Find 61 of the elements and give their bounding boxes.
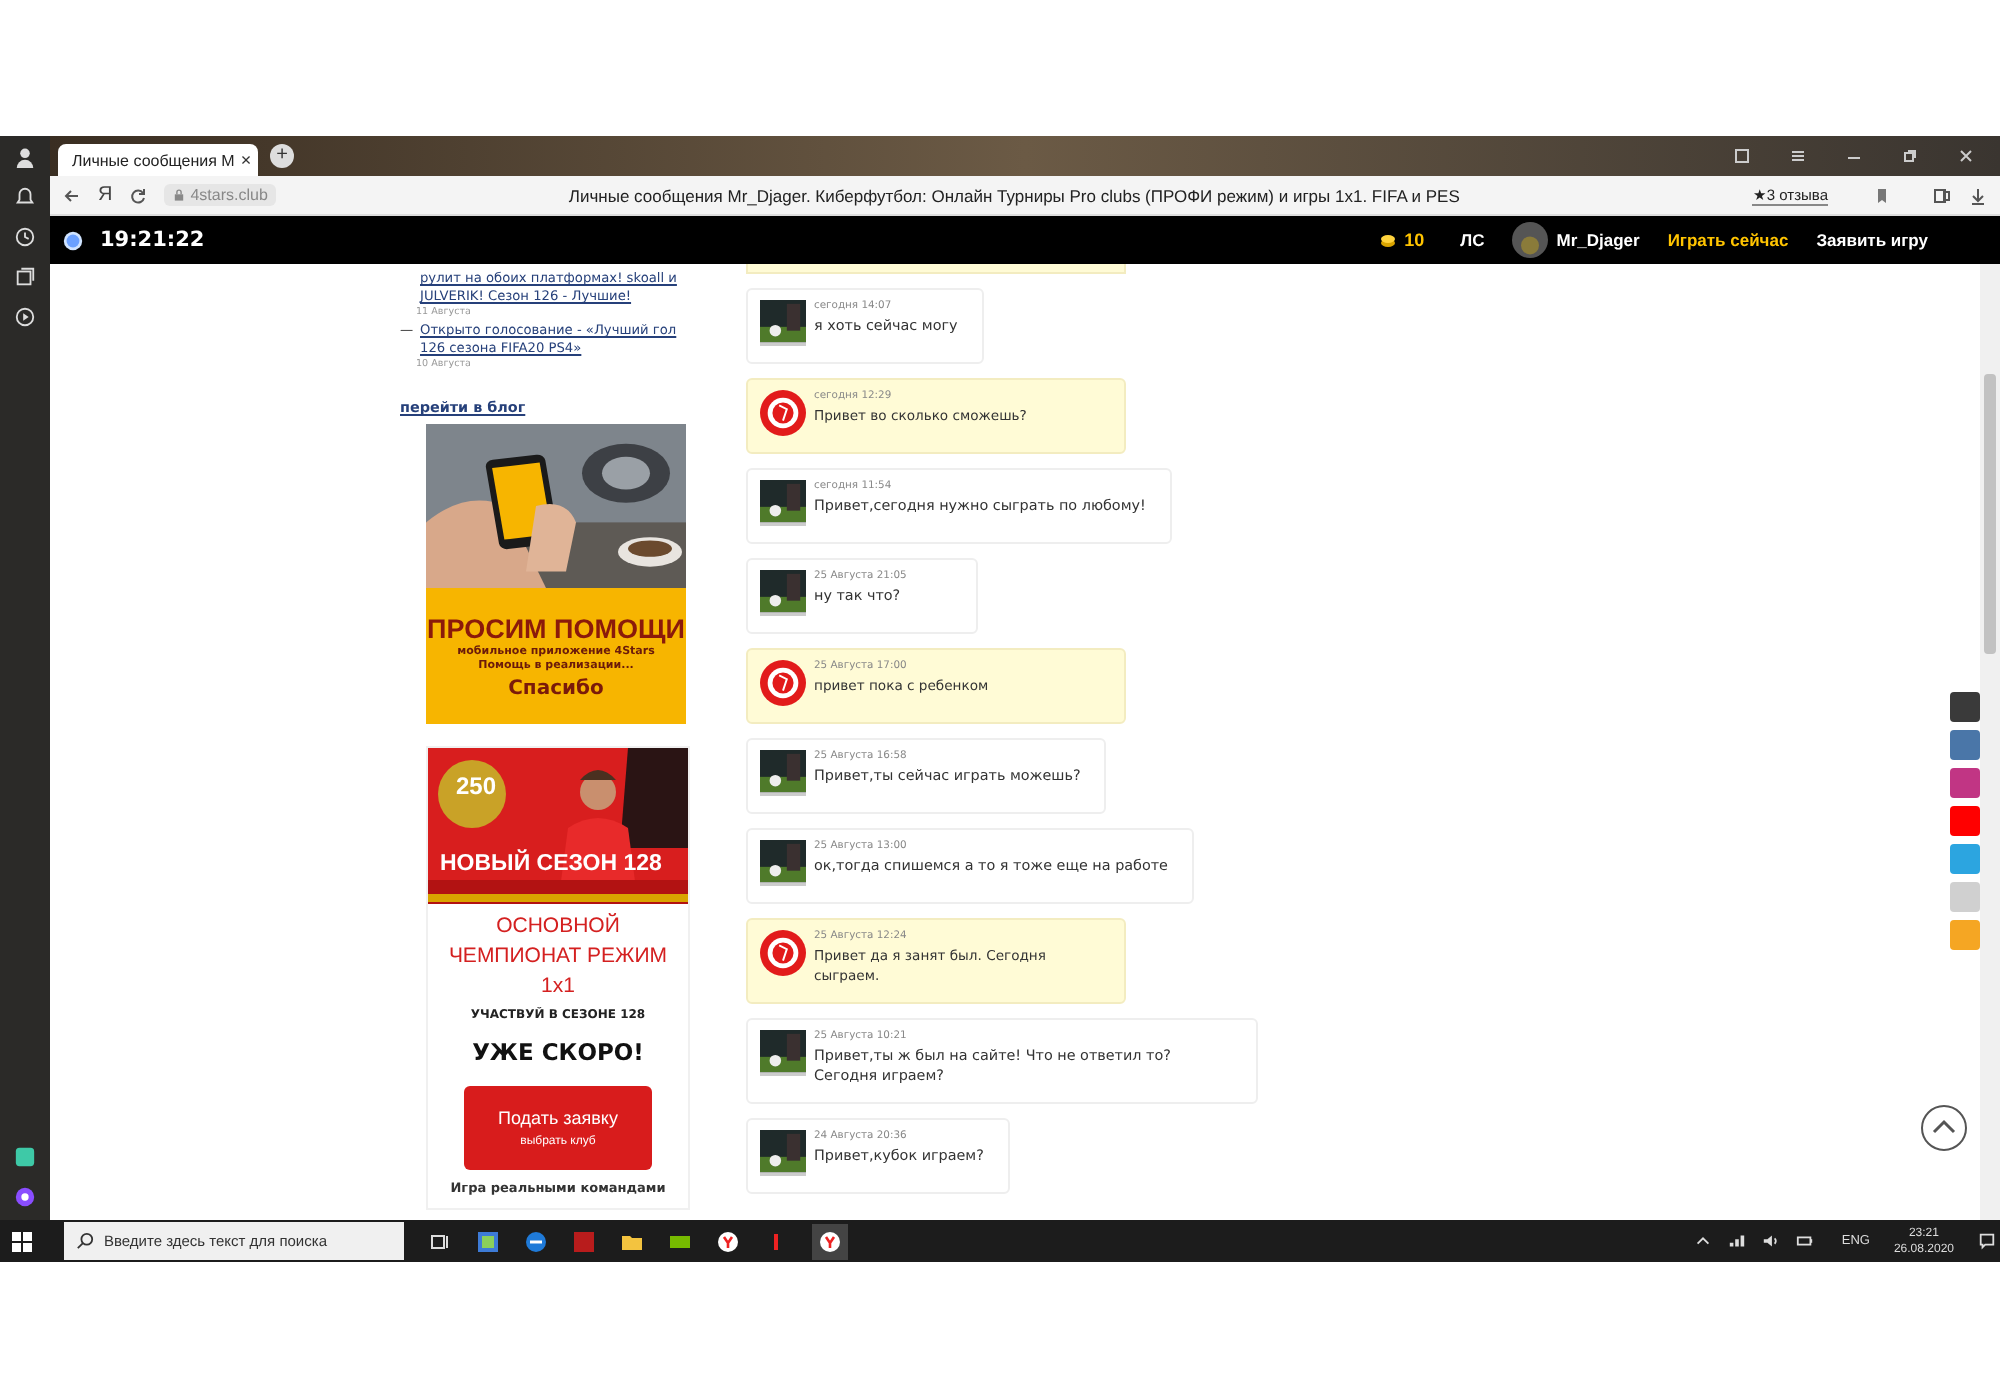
clock-icon[interactable]	[14, 226, 36, 248]
banner-title: НОВЫЙ СЕЗОН 128	[440, 852, 662, 876]
extensions-icon[interactable]	[1932, 185, 1952, 205]
club-logo-icon	[760, 390, 806, 436]
user-avatar[interactable]	[1512, 222, 1549, 258]
yandex-browser-icon[interactable]	[812, 1223, 848, 1259]
network-icon[interactable]	[1727, 1232, 1746, 1250]
close-icon[interactable]	[1956, 146, 1976, 166]
ad-soon: УЖЕ СКОРО!	[472, 1038, 644, 1066]
download-icon[interactable]	[1968, 185, 1988, 205]
back-icon[interactable]	[62, 185, 82, 205]
avatar	[760, 840, 806, 886]
coins-icon	[1378, 230, 1399, 250]
avatar	[760, 480, 806, 526]
server-time: 19:21:22	[100, 228, 205, 252]
messages-link[interactable]: ЛС	[1460, 230, 1485, 250]
page-title: Личные сообщения Mr_Djager. Киберфутбол: Онлайн Турниры Pro clubs (ПРОФИ режим) и игры 1x1. FIFA и PES	[566, 185, 1462, 205]
app-icon[interactable]	[476, 1229, 500, 1253]
menu-icon[interactable]	[1788, 146, 1808, 166]
club-logo-icon	[760, 660, 806, 706]
clock-icon	[62, 229, 84, 251]
bookmark-icon[interactable]	[1872, 185, 1892, 205]
avatar	[760, 570, 806, 616]
battery-icon[interactable]	[1795, 1232, 1814, 1250]
coin-balance: 10	[1404, 230, 1425, 250]
avatar	[760, 300, 806, 346]
declare-game-link[interactable]: Заявить игру	[1816, 230, 1928, 250]
collections-icon[interactable]	[14, 266, 36, 288]
ad-title: ПРОСИМ ПОМОЩИ	[427, 613, 685, 643]
play-now-link[interactable]: Играть сейчас	[1667, 230, 1789, 250]
task-view-icon[interactable]	[428, 1229, 452, 1253]
volume-icon[interactable]	[1761, 1232, 1780, 1250]
avatar	[760, 750, 806, 796]
close-button[interactable]: ×	[240, 150, 252, 170]
user-icon[interactable]	[14, 146, 36, 168]
play-icon[interactable]	[14, 306, 36, 328]
browser-tab[interactable]: Личные сообщения M ×	[58, 144, 258, 176]
notifications-icon[interactable]	[1978, 1232, 1996, 1250]
search-icon	[76, 1232, 94, 1250]
ad-heading: ОСНОВНОЙ ЧЕМПИОНАТ РЕЖИМ 1x1	[446, 912, 670, 1002]
bell-icon[interactable]	[14, 186, 36, 208]
lock-icon	[172, 188, 187, 202]
ad-thanks: Спасибо	[508, 677, 604, 699]
reload-icon[interactable]	[128, 185, 149, 205]
yandex-button[interactable]: Я	[98, 184, 113, 206]
username-link[interactable]: Mr_Djager	[1556, 230, 1640, 250]
new-tab-button[interactable]: +	[270, 144, 294, 168]
chevron-up-icon[interactable]	[1693, 1232, 1712, 1250]
chat-app-icon[interactable]	[14, 1146, 36, 1168]
restore-icon[interactable]	[1900, 146, 1920, 166]
windows-start-icon[interactable]	[12, 1231, 32, 1251]
assistant-icon[interactable]	[14, 1186, 36, 1208]
tab-title: Личные сообщения M	[72, 151, 235, 169]
yandex-browser-icon[interactable]	[716, 1229, 740, 1253]
avatar	[760, 1130, 806, 1176]
badge-text: 250	[456, 772, 497, 800]
bookmarks-icon[interactable]	[1732, 146, 1752, 166]
avatar	[760, 1030, 806, 1076]
club-logo-icon	[760, 930, 806, 976]
edge-icon[interactable]	[524, 1229, 548, 1253]
scroll-up-button[interactable]	[1920, 1104, 1968, 1152]
